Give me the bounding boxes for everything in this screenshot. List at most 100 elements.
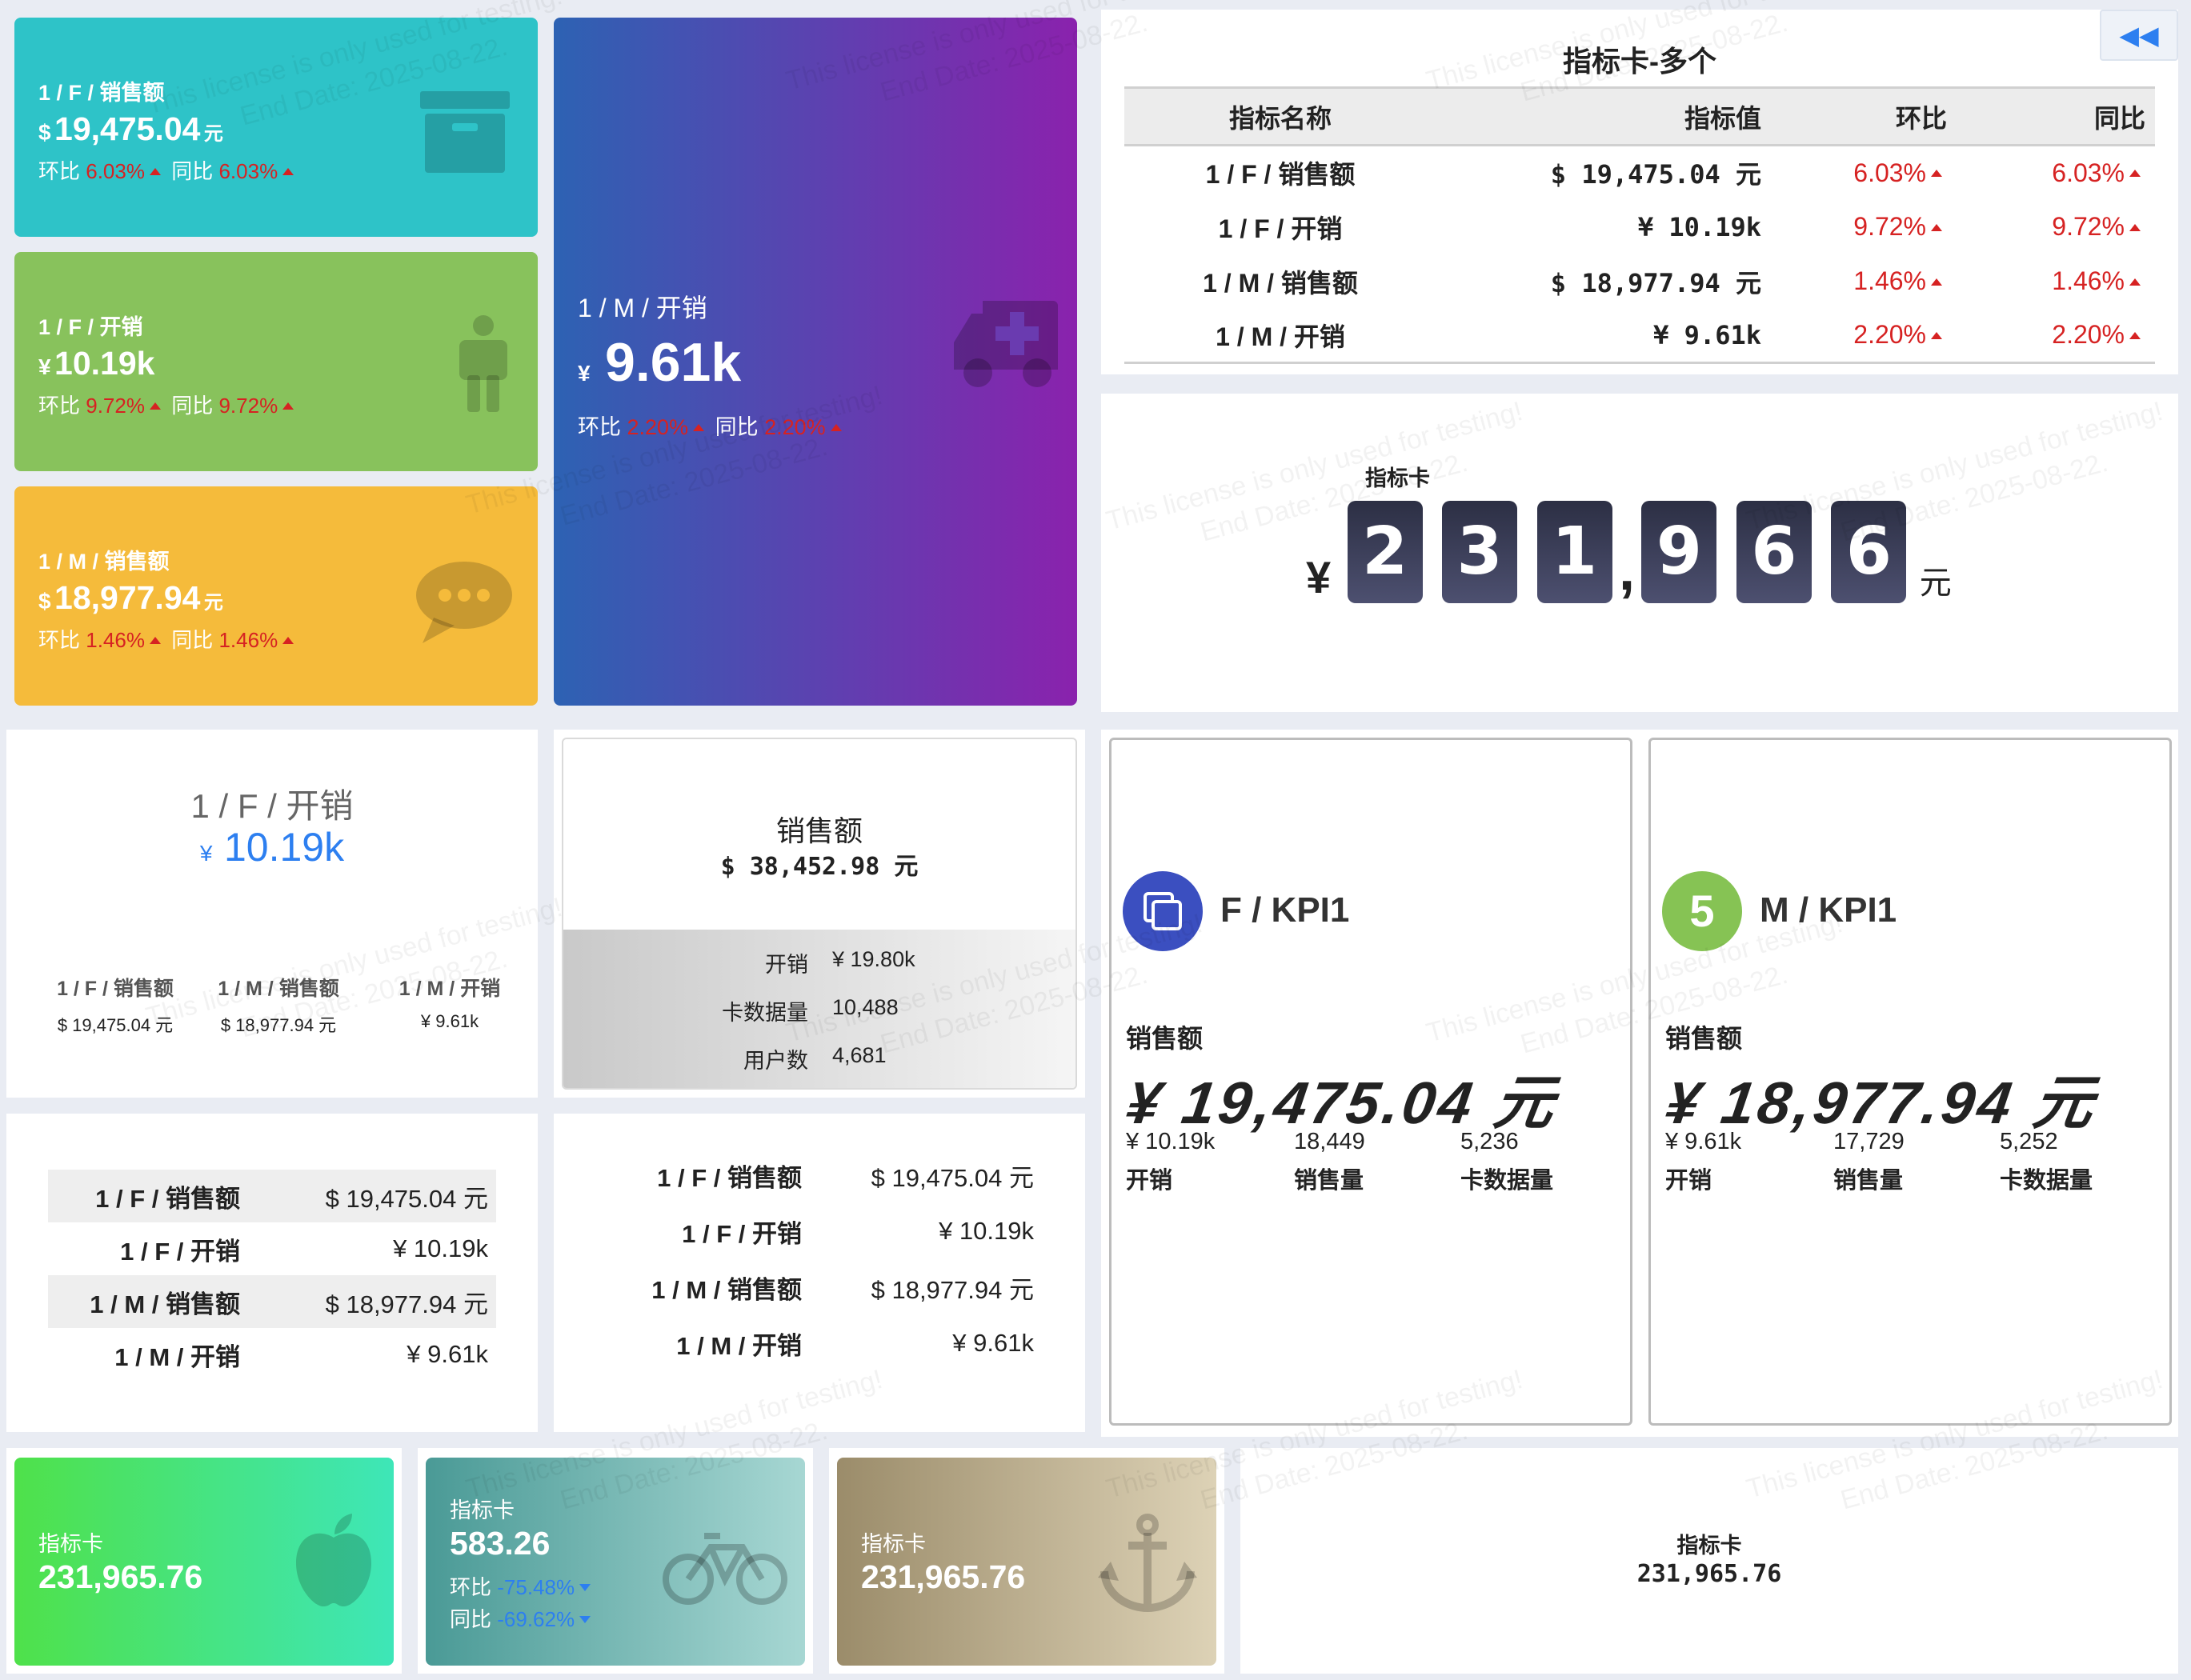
flip-label: 指标卡 xyxy=(1365,466,1430,490)
ambulance-icon xyxy=(954,301,1058,387)
kpi-value: ¥ 18,977.94 元 xyxy=(1661,1070,2101,1136)
kpi-label: 销售额 xyxy=(1126,1024,1204,1053)
sub-kpi: 1 / M / 开销 ¥ 9.61k xyxy=(399,978,501,1031)
card-value: 583.26 xyxy=(450,1525,551,1562)
currency-symbol: ¥ xyxy=(1306,552,1332,602)
digit: 1 xyxy=(1536,501,1612,603)
kpi-card-m-sales[interactable]: 1 / M / 销售额 $ 18,977.94 元 环比 1.46% 同比 1.… xyxy=(14,486,538,706)
bicycle-icon xyxy=(663,1533,787,1605)
center-kpi-panel: 1 / F / 开销 ¥ 10.19k 1 / F / 销售额 $ 19,475… xyxy=(6,730,538,1098)
table-row: 1 / M / 销售额 $ 18,977.94 元 xyxy=(651,1275,1034,1304)
person-icon xyxy=(459,315,507,412)
copy-icon xyxy=(1123,871,1203,951)
sales-title: 销售额 xyxy=(775,814,863,847)
card-value: 231,965.76 xyxy=(38,1558,203,1595)
plain-table-panel: 1 / F / 销售额 $ 19,475.04 元 1 / F / 开销 ¥ 1… xyxy=(554,1114,1085,1432)
col-header-value: 指标值 xyxy=(1436,86,1772,146)
card-value-row: ¥ 10.19k xyxy=(38,345,155,382)
sub-kpi: 1 / F / 销售额 $ 19,475.04 元 xyxy=(57,978,174,1035)
sales-value: $ 38,452.98 元 xyxy=(720,853,919,881)
table-row: 1 / M / 销售额 $ 18,977.94 元 1.46% 1.46% xyxy=(1124,254,2155,309)
card-compare: 环比 2.20% 同比 2.20% xyxy=(578,410,847,441)
multi-kpi-table: 指标名称 指标值 环比 同比 1 / F / 销售额 $ 19,475.04 元… xyxy=(1124,86,2155,364)
center-title: 1 / F / 开销 xyxy=(190,787,354,825)
card-compare: 环比 6.03% 同比 6.03% xyxy=(38,155,298,185)
table-row: 1 / F / 销售额 $ 19,475.04 元 xyxy=(657,1163,1034,1192)
digit: 9 xyxy=(1641,501,1717,603)
double-chevron-left-icon[interactable]: ◀◀ xyxy=(2100,10,2178,61)
flip-counter-panel: 指标卡 ¥ 2 3 1 , 9 6 6 元 xyxy=(1101,394,2178,712)
card-label: 指标卡 xyxy=(861,1532,926,1556)
table-row: 1 / M / 开销 ¥ 9.61k xyxy=(676,1329,1034,1360)
card-value: 19,475.04 xyxy=(54,110,201,147)
card-value-row: $ 18,977.94 元 xyxy=(38,579,223,616)
apple-icon xyxy=(296,1514,371,1606)
sales-card: 销售额 $ 38,452.98 元 开销 ¥ 19.80k 卡数据量 10,48… xyxy=(562,738,1077,1090)
card-value-row: $ 19,475.04 元 xyxy=(38,110,223,147)
panel-title: 指标卡-多个 xyxy=(1563,45,1716,78)
card-compare-tb: 同比 -69.62% xyxy=(450,1603,595,1633)
col-header-tb: 同比 xyxy=(1957,86,2155,146)
card-value: 9.61k xyxy=(605,332,742,393)
card-title: 1 / F / 开销 xyxy=(38,315,143,339)
table-row: 1 / M / 销售额 $ 18,977.94 元 xyxy=(48,1275,496,1328)
unit: 元 xyxy=(1919,566,1952,601)
thousands-separator: , xyxy=(1618,538,1635,602)
bottom-card-bicycle[interactable]: 指标卡 583.26 环比 -75.48% 同比 -69.62% xyxy=(426,1458,805,1666)
table-row: 1 / F / 销售额 $ 19,475.04 元 6.03% 6.03% xyxy=(1124,146,2155,200)
kpi-value: ¥ 19,475.04 元 xyxy=(1122,1070,1562,1136)
kpi-stat: ¥ 10.19k 开销 xyxy=(1126,1129,1216,1194)
striped-table: 1 / F / 销售额 $ 19,475.04 元 1 / F / 开销 ¥ 1… xyxy=(48,1170,496,1381)
kpi-label: 销售额 xyxy=(1665,1024,1743,1053)
number-five-icon: 5 xyxy=(1662,871,1742,951)
card-value-row: ¥ 9.61k xyxy=(578,332,742,393)
table-row: 1 / M / 开销 ¥ 9.61k 2.20% 2.20% xyxy=(1124,308,2155,364)
card-compare-hb: 环比 -75.48% xyxy=(450,1571,595,1601)
archive-box-icon xyxy=(420,91,510,173)
center-value-row: ¥ 10.19k xyxy=(199,825,345,870)
striped-table-panel: 1 / F / 销售额 $ 19,475.04 元 1 / F / 开销 ¥ 1… xyxy=(6,1114,538,1432)
card-value: 231,965.76 xyxy=(861,1558,1026,1595)
table-row: 1 / F / 销售额 $ 19,475.04 元 xyxy=(48,1170,496,1222)
bottom-card-apple[interactable]: 指标卡 231,965.76 xyxy=(14,1458,394,1666)
anchor-icon xyxy=(1098,1514,1197,1613)
card-label: 指标卡 xyxy=(1676,1534,1742,1558)
chat-bubble-icon xyxy=(416,562,512,643)
kpi-title: M / KPI1 xyxy=(1760,890,1897,930)
card-label: 指标卡 xyxy=(38,1532,103,1556)
card-value: 231,965.76 xyxy=(1636,1560,1782,1588)
kpi-box-f[interactable]: F / KPI1 销售额 ¥ 19,475.04 元 ¥ 10.19k 开销 18… xyxy=(1109,738,1632,1426)
digit: 3 xyxy=(1442,501,1518,603)
card-compare: 环比 1.46% 同比 1.46% xyxy=(38,624,298,654)
kpi-stat: ¥ 9.61k 开销 xyxy=(1665,1129,1742,1194)
kpi-card-m-cost-large[interactable]: 1 / M / 开销 ¥ 9.61k 环比 2.20% 同比 2.20% xyxy=(554,18,1077,706)
sales-summary-panel: 销售额 $ 38,452.98 元 开销 ¥ 19.80k 卡数据量 10,48… xyxy=(554,730,1085,1098)
card-title: 1 / M / 开销 xyxy=(578,294,707,322)
kpi-card-f-cost[interactable]: 1 / F / 开销 ¥ 10.19k 环比 9.72% 同比 9.72% xyxy=(14,252,538,471)
card-value: 18,977.94 xyxy=(54,579,201,616)
center-value: 10.19k xyxy=(223,825,345,870)
kpi-stat: 5,252 卡数据量 xyxy=(2000,1129,2093,1194)
kpi-box-m[interactable]: 5 M / KPI1 销售额 ¥ 18,977.94 元 ¥ 9.61k 开销 1… xyxy=(1648,738,2172,1426)
card-title: 1 / F / 销售额 xyxy=(38,81,165,105)
digit: 6 xyxy=(1736,501,1812,603)
card-compare: 环比 9.72% 同比 9.72% xyxy=(38,390,298,419)
flip-counter: ¥ 2 3 1 , 9 6 6 元 xyxy=(1306,501,1952,603)
plain-table: 1 / F / 销售额 $ 19,475.04 元 1 / F / 开销 ¥ 1… xyxy=(602,1147,1034,1371)
card-title: 1 / M / 销售额 xyxy=(38,550,170,574)
table-row: 1 / M / 开销 ¥ 9.61k xyxy=(114,1340,488,1371)
kpi-card-f-sales[interactable]: 1 / F / 销售额 $ 19,475.04 元 环比 6.03% 同比 6.… xyxy=(14,18,538,237)
col-header-hb: 环比 xyxy=(1772,86,1957,146)
digit: 6 xyxy=(1831,501,1907,603)
kpi-stat: 17,729 销售量 xyxy=(1833,1129,1905,1194)
table-row: 1 / F / 开销 ¥ 10.19k xyxy=(120,1234,488,1266)
sub-kpi: 1 / M / 销售额 $ 18,977.94 元 xyxy=(218,978,339,1035)
card-label: 指标卡 xyxy=(450,1498,515,1522)
bottom-card-anchor[interactable]: 指标卡 231,965.76 xyxy=(837,1458,1216,1666)
table-row: 1 / F / 开销 ¥ 10.19k 9.72% 9.72% xyxy=(1124,200,2155,254)
col-header-name: 指标名称 xyxy=(1124,86,1436,146)
kpi-stat: 18,449 销售量 xyxy=(1294,1129,1365,1194)
bottom-card-plain[interactable]: 指标卡 231,965.76 xyxy=(1240,1448,2178,1674)
table-row: 1 / F / 开销 ¥ 10.19k xyxy=(682,1217,1034,1248)
digit: 2 xyxy=(1347,501,1423,603)
